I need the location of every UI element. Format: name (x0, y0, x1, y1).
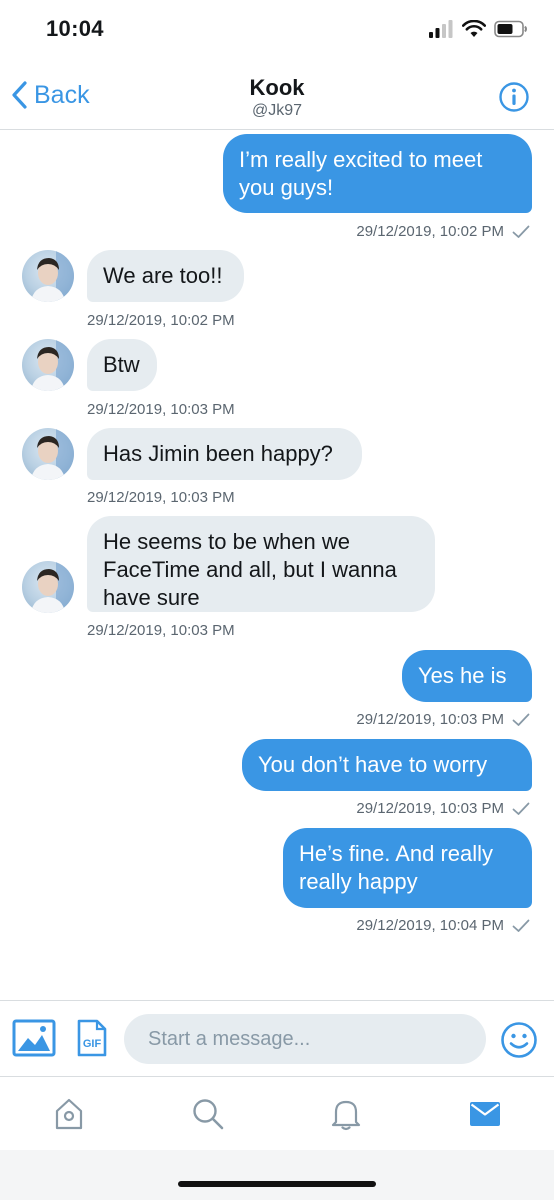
message-line: He’s fine. And really (299, 841, 494, 866)
gif-icon[interactable]: GIF (76, 1019, 108, 1057)
message-bubble-incoming[interactable]: We are too!! (87, 250, 244, 302)
message-line: Yes he is (418, 663, 507, 688)
message-timestamp: 29/12/2019, 10:03 PM (356, 800, 530, 817)
message-timestamp: 29/12/2019, 10:04 PM (356, 917, 530, 934)
contact-avatar[interactable] (22, 339, 74, 391)
message-bubble-incoming[interactable]: Has Jimin been happy? (87, 428, 362, 480)
timestamp-text: 29/12/2019, 10:04 PM (356, 917, 504, 934)
message-line: really happy (299, 869, 418, 894)
image-icon[interactable] (12, 1019, 56, 1057)
message-bubble-incoming[interactable]: He seems to be when we FaceTime and all,… (87, 516, 435, 612)
tab-messages[interactable] (416, 1077, 554, 1150)
emoji-icon[interactable] (500, 1021, 538, 1059)
tab-home[interactable] (0, 1077, 139, 1150)
avatar-photo (31, 561, 74, 613)
timestamp-text: 29/12/2019, 10:02 PM (356, 223, 504, 240)
message-bubble-outgoing[interactable]: He’s fine. And really really happy (283, 828, 532, 908)
wifi-icon (462, 20, 486, 37)
search-icon (193, 1098, 224, 1129)
message-line: Has Jimin been happy? (103, 441, 333, 466)
conversation-header: Back Kook @Jk97 (0, 62, 554, 130)
message-timestamp: 29/12/2019, 10:02 PM (87, 312, 235, 329)
message-line: He seems to be when we (103, 529, 351, 554)
avatar-photo (31, 428, 74, 480)
contact-avatar[interactable] (22, 250, 74, 302)
message-line: I’m really excited to meet (239, 147, 483, 172)
message-line: have sure (103, 585, 200, 610)
contact-name: Kook (249, 75, 305, 100)
message-bubble-outgoing[interactable]: You don’t have to worry (242, 739, 532, 791)
message-line: We are too!! (103, 263, 223, 288)
contact-avatar[interactable] (22, 428, 74, 480)
message-bubble-outgoing[interactable]: I’m really excited to meet you guys! (223, 134, 532, 213)
mail-icon (469, 1101, 500, 1126)
message-composer: GIF (0, 1000, 554, 1076)
read-check-icon (512, 713, 530, 726)
timestamp-text: 29/12/2019, 10:03 PM (356, 800, 504, 817)
avatar-photo (31, 339, 74, 391)
status-bar: 10:04 (0, 0, 554, 62)
message-input[interactable] (124, 1014, 486, 1064)
home-icon (56, 1098, 83, 1129)
message-line: you guys! (239, 175, 334, 200)
read-check-icon (512, 919, 530, 932)
avatar-photo (31, 250, 74, 302)
message-timestamp: 29/12/2019, 10:03 PM (87, 401, 235, 418)
contact-avatar[interactable] (22, 561, 74, 613)
home-indicator-area (0, 1150, 554, 1200)
tab-bar (0, 1076, 554, 1150)
battery-icon (494, 20, 527, 38)
message-timestamp: 29/12/2019, 10:03 PM (87, 622, 235, 639)
message-line: Btw (103, 352, 140, 377)
timestamp-text: 29/12/2019, 10:03 PM (356, 711, 504, 728)
status-time: 10:04 (46, 16, 104, 41)
contact-handle: @Jk97 (251, 102, 303, 119)
message-timestamp: 29/12/2019, 10:03 PM (356, 711, 530, 728)
tab-notifications[interactable] (277, 1077, 416, 1150)
home-indicator[interactable] (178, 1181, 376, 1187)
read-check-icon (512, 225, 530, 238)
message-bubble-incoming[interactable]: Btw (87, 339, 157, 391)
read-check-icon (512, 802, 530, 815)
tab-search[interactable] (139, 1077, 278, 1150)
bell-icon (332, 1100, 361, 1130)
message-line: FaceTime and all, but I wanna (103, 557, 397, 582)
status-icons (428, 20, 528, 38)
message-line: You don’t have to worry (258, 752, 488, 777)
info-icon[interactable] (498, 81, 530, 113)
message-thread: I’m really excited to meet you guys! 29/… (0, 131, 554, 1001)
gif-label: GIF (83, 1038, 102, 1050)
message-timestamp: 29/12/2019, 10:02 PM (356, 223, 530, 240)
message-bubble-outgoing[interactable]: Yes he is (402, 650, 532, 702)
message-timestamp: 29/12/2019, 10:03 PM (87, 489, 235, 506)
cellular-signal-icon (429, 20, 453, 38)
